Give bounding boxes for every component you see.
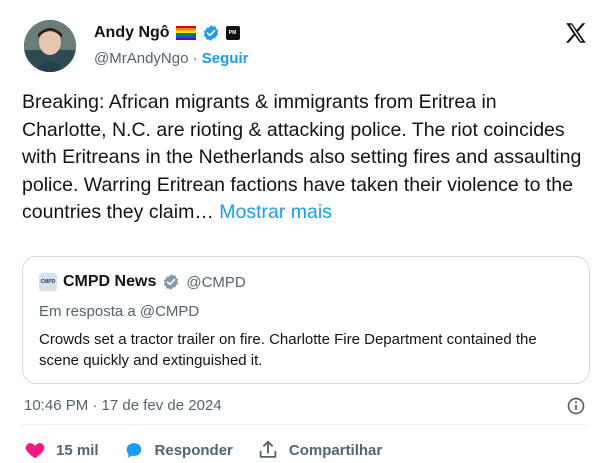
tweet-card: Andy Ngô PM @MrAndyNgo · Seguir Breaking… [0, 0, 596, 463]
share-label: Compartilhar [288, 441, 383, 459]
author-handle[interactable]: @MrAndyNgo [94, 50, 188, 67]
tweet-timestamp[interactable]: 10:46 PM · 17 de fev de 2024 [24, 397, 222, 414]
quote-reply-to: Em resposta a @CMPD [39, 303, 200, 320]
heart-icon [25, 443, 45, 459]
verified-badge-icon[interactable] [202, 24, 220, 42]
x-logo-icon[interactable] [563, 20, 589, 46]
cmpd-logo-icon: CMPD [39, 273, 57, 291]
share-button[interactable]: Compartilhar [257, 439, 382, 461]
quoted-tweet[interactable]: CMPD CMPD News @CMPD Em resposta a @CMPD… [22, 256, 590, 384]
separator-dot: · [192, 50, 198, 67]
reply-button[interactable]: Responder [123, 439, 233, 461]
author-avatar[interactable] [24, 20, 76, 72]
reply-label: Responder [154, 441, 233, 459]
follow-button[interactable]: Seguir [202, 50, 249, 67]
like-count: 15 mil [56, 441, 99, 459]
verified-badge-icon [162, 273, 180, 291]
rainbow-flag-icon [175, 26, 196, 40]
quote-author-handle: @CMPD [186, 273, 246, 291]
info-icon[interactable] [566, 396, 586, 416]
affiliate-badge-icon[interactable]: PM [225, 26, 240, 40]
like-button[interactable]: 15 mil [24, 439, 99, 461]
divider [22, 424, 588, 425]
action-bar: 15 mil Responder Compartilhar [24, 438, 406, 462]
quote-text: Crowds set a tractor trailer on fire. Ch… [39, 331, 537, 369]
tweet-text: Breaking: African migrants & immigrants … [22, 89, 582, 227]
quote-author-name: CMPD News [63, 273, 157, 290]
share-icon [259, 440, 277, 458]
author-name[interactable]: Andy Ngô [94, 24, 170, 42]
author-handle-row: @MrAndyNgo · Seguir [94, 50, 248, 67]
author-name-row: Andy Ngô PM [94, 24, 240, 42]
quote-header: CMPD CMPD News @CMPD [39, 273, 246, 291]
reply-icon [126, 443, 141, 458]
show-more-link[interactable]: Mostrar mais [219, 201, 332, 223]
